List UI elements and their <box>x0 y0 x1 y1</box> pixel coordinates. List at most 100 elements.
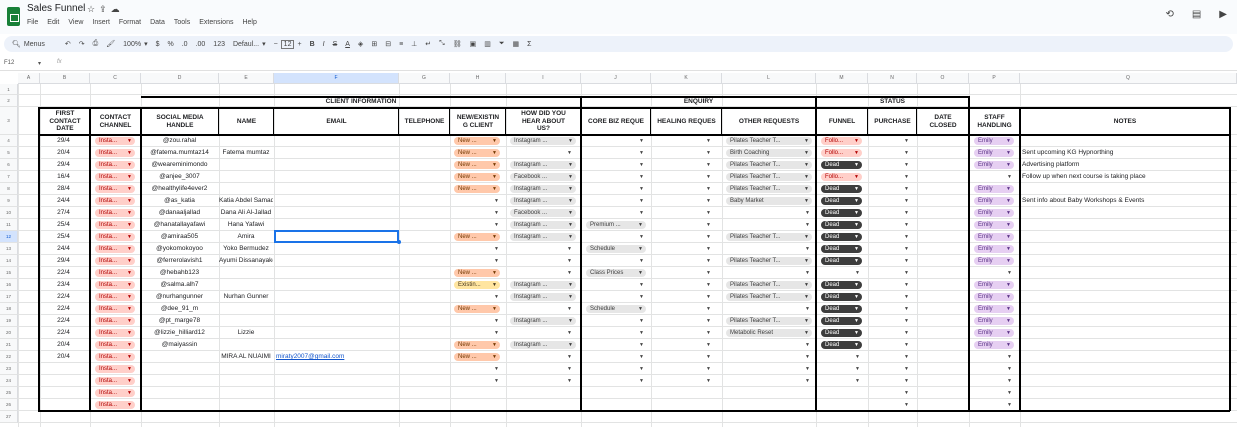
chevron-down-icon[interactable]: ▼ <box>639 378 644 384</box>
chevron-down-icon[interactable]: ▼ <box>706 342 711 348</box>
chevron-down-icon[interactable]: ▼ <box>494 210 499 216</box>
chevron-down-icon[interactable]: ▼ <box>854 137 859 145</box>
chevron-down-icon[interactable]: ▼ <box>804 173 809 181</box>
chevron-down-icon[interactable]: ▼ <box>804 281 809 289</box>
font-size-input[interactable]: 12 <box>280 39 295 49</box>
chevron-down-icon[interactable]: ▼ <box>639 282 644 288</box>
chevron-down-icon[interactable]: ▼ <box>567 378 572 384</box>
paint-format-icon[interactable]: 🖌︎ <box>106 40 115 48</box>
chevron-down-icon[interactable]: ▼ <box>706 162 711 168</box>
chevron-down-icon[interactable]: ▼ <box>494 198 499 204</box>
chevron-down-icon[interactable]: ▼ <box>568 221 573 229</box>
chevron-down-icon[interactable]: ▼ <box>127 137 132 145</box>
staff-chip[interactable]: Emily ▼ <box>974 317 1014 325</box>
staff-chip[interactable]: Emily ▼ <box>974 257 1014 265</box>
chevron-down-icon[interactable]: ▼ <box>706 294 711 300</box>
chevron-down-icon[interactable]: ▼ <box>127 221 132 229</box>
chevron-down-icon[interactable]: ▼ <box>567 330 572 336</box>
chevron-down-icon[interactable]: ▼ <box>1007 366 1012 372</box>
chevron-down-icon[interactable]: ▼ <box>568 209 573 217</box>
column-header-a[interactable]: A <box>18 73 40 84</box>
chevron-down-icon[interactable]: ▼ <box>805 246 810 252</box>
other-requests-chip[interactable]: Pilates Teacher T... ▼ <box>726 185 812 193</box>
row-header-5[interactable]: 5 <box>0 147 18 159</box>
chevron-down-icon[interactable]: ▼ <box>127 401 132 409</box>
email-cell[interactable]: miraty2007@gmail.com <box>274 351 400 362</box>
chevron-down-icon[interactable]: ▼ <box>567 246 572 252</box>
chevron-down-icon[interactable]: ▼ <box>854 293 859 301</box>
chevron-down-icon[interactable]: ▼ <box>904 282 909 288</box>
funnel-chip[interactable]: Dead ▼ <box>821 329 862 337</box>
contact-channel-chip[interactable]: Insta... ▼ <box>95 317 135 325</box>
chevron-down-icon[interactable]: ▼ <box>805 342 810 348</box>
chevron-down-icon[interactable]: ▼ <box>1006 209 1011 217</box>
funnel-chip[interactable]: Follo... ▼ <box>821 149 862 157</box>
chevron-down-icon[interactable]: ▾ <box>38 60 41 67</box>
chevron-down-icon[interactable]: ▼ <box>1006 317 1011 325</box>
chevron-down-icon[interactable]: ▼ <box>904 306 909 312</box>
row-header-15[interactable]: 15 <box>0 267 18 279</box>
contact-channel-chip[interactable]: Insta... ▼ <box>95 401 135 409</box>
core-biz-chip[interactable]: Premium ... ▼ <box>586 221 646 229</box>
chevron-down-icon[interactable]: ▼ <box>706 378 711 384</box>
chevron-down-icon[interactable]: ▼ <box>127 233 132 241</box>
staff-chip[interactable]: Emily ▼ <box>974 185 1014 193</box>
chevron-down-icon[interactable]: ▼ <box>494 378 499 384</box>
contact-channel-chip[interactable]: Insta... ▼ <box>95 137 135 145</box>
chevron-down-icon[interactable]: ▼ <box>904 162 909 168</box>
chevron-down-icon[interactable]: ▼ <box>904 294 909 300</box>
chevron-down-icon[interactable]: ▼ <box>1006 149 1011 157</box>
how-heard-chip[interactable]: Instagram ... ▼ <box>510 161 576 169</box>
chevron-down-icon[interactable]: ▼ <box>706 270 711 276</box>
chevron-down-icon[interactable]: ▼ <box>904 318 909 324</box>
new-existing-chip[interactable]: New ... ▼ <box>454 353 500 361</box>
percent-button[interactable]: % <box>167 41 173 48</box>
chevron-down-icon[interactable]: ▼ <box>855 354 860 360</box>
chevron-down-icon[interactable]: ▼ <box>854 317 859 325</box>
new-existing-chip[interactable]: New ... ▼ <box>454 341 500 349</box>
how-heard-chip[interactable]: Instagram ... ▼ <box>510 137 576 145</box>
more-formats-button[interactable]: 123 <box>213 41 225 48</box>
row-header-2[interactable]: 2 <box>0 95 18 107</box>
chevron-down-icon[interactable]: ▼ <box>568 317 573 325</box>
chevron-down-icon[interactable]: ▼ <box>805 210 810 216</box>
chevron-down-icon[interactable]: ▼ <box>1006 245 1011 253</box>
chevron-down-icon[interactable]: ▼ <box>568 197 573 205</box>
new-existing-chip[interactable]: New ... ▼ <box>454 173 500 181</box>
chevron-down-icon[interactable]: ▼ <box>127 209 132 217</box>
other-requests-chip[interactable]: Pilates Teacher T... ▼ <box>726 173 812 181</box>
other-requests-chip[interactable]: Pilates Teacher T... ▼ <box>726 137 812 145</box>
chevron-down-icon[interactable]: ▼ <box>639 174 644 180</box>
column-header-p[interactable]: P <box>969 73 1020 84</box>
chevron-down-icon[interactable]: ▼ <box>639 234 644 240</box>
row-header-17[interactable]: 17 <box>0 291 18 303</box>
chevron-down-icon[interactable]: ▼ <box>1007 174 1012 180</box>
chevron-down-icon[interactable]: ▼ <box>805 366 810 372</box>
core-biz-chip[interactable]: Class Prices ▼ <box>586 269 646 277</box>
chevron-down-icon[interactable]: ▼ <box>706 366 711 372</box>
chevron-down-icon[interactable]: ▼ <box>706 282 711 288</box>
column-header-e[interactable]: E <box>219 73 274 84</box>
staff-chip[interactable]: Emily ▼ <box>974 149 1014 157</box>
chevron-down-icon[interactable]: ▼ <box>639 258 644 264</box>
column-header-d[interactable]: D <box>141 73 219 84</box>
chevron-down-icon[interactable]: ▼ <box>904 402 909 408</box>
chevron-down-icon[interactable]: ▼ <box>804 149 809 157</box>
chevron-down-icon[interactable]: ▼ <box>127 185 132 193</box>
chevron-down-icon[interactable]: ▼ <box>904 210 909 216</box>
row-header-6[interactable]: 6 <box>0 159 18 171</box>
selected-cell[interactable] <box>274 230 399 243</box>
chevron-down-icon[interactable]: ▼ <box>492 185 497 193</box>
staff-chip[interactable]: Emily ▼ <box>974 329 1014 337</box>
funnel-chip[interactable]: Dead ▼ <box>821 245 862 253</box>
chevron-down-icon[interactable]: ▾ <box>262 40 266 48</box>
chevron-down-icon[interactable]: ▼ <box>494 330 499 336</box>
row-header-23[interactable]: 23 <box>0 363 18 375</box>
chevron-down-icon[interactable]: ▼ <box>127 293 132 301</box>
chevron-down-icon[interactable]: ▼ <box>639 294 644 300</box>
menu-item-help[interactable]: Help <box>242 19 256 26</box>
chevron-down-icon[interactable]: ▼ <box>494 246 499 252</box>
how-heard-chip[interactable]: Instagram ... ▼ <box>510 341 576 349</box>
chevron-down-icon[interactable]: ▼ <box>904 138 909 144</box>
menu-item-insert[interactable]: Insert <box>92 19 110 26</box>
